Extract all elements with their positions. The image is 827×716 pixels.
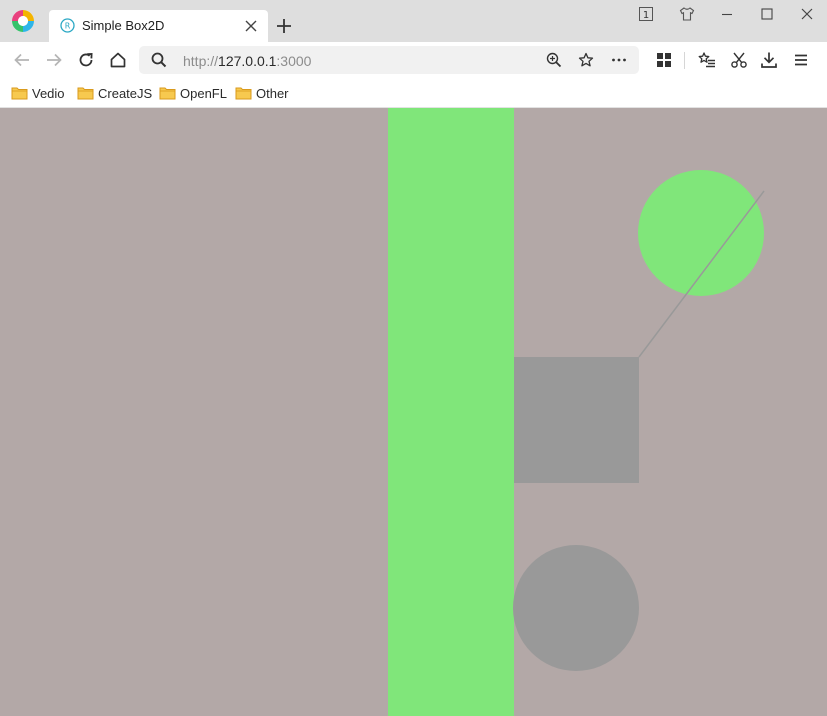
home-icon[interactable] [109,51,127,69]
new-tab-icon[interactable] [276,18,292,34]
zoom-icon[interactable] [546,52,562,68]
page-favicon-icon: R [60,18,75,33]
bookmark-label: OpenFL [180,85,227,101]
tab-counter-icon[interactable]: 1 [638,6,654,22]
search-icon [151,52,167,68]
close-window-icon[interactable] [799,6,815,22]
browser-logo-icon[interactable] [11,9,35,33]
tab-active[interactable]: R Simple Box2D [49,10,268,42]
toolbar-divider [684,52,685,69]
url-text[interactable]: http://127.0.0.1:3000 [183,53,311,69]
awake-circle-body[interactable] [638,170,764,296]
bookmark-label: Vedio [32,85,65,101]
screenshot-scissors-icon[interactable] [730,51,748,69]
favorites-list-icon[interactable] [698,51,716,69]
url-protocol: http:// [183,53,219,69]
svg-text:R: R [65,22,71,31]
box2d-canvas[interactable] [0,108,827,716]
folder-icon [159,87,176,100]
bookmark-label: CreateJS [98,85,153,101]
back-arrow-icon[interactable] [13,51,31,69]
close-tab-icon[interactable] [245,20,257,32]
tab-bar: R Simple Box2D 1 [0,0,827,42]
bookmark-folder-vedio[interactable]: Vedio [11,83,65,103]
address-bar[interactable]: http://127.0.0.1:3000 [139,46,639,74]
static-wall-body [388,108,514,716]
bookmark-label: Other [256,85,289,101]
more-options-icon[interactable] [611,52,627,68]
reload-icon[interactable] [77,51,95,69]
bookmark-folder-createjs[interactable]: CreateJS [77,83,152,103]
url-host: 127.0.0.1 [218,53,277,69]
bookmarks-bar: Vedio CreateJS OpenFL Other [0,79,827,108]
minimize-window-icon[interactable] [719,6,735,22]
url-port: :3000 [276,53,312,69]
bookmark-folder-openfl[interactable]: OpenFL [159,83,227,103]
sleeping-box-body[interactable] [514,357,639,483]
tab-title: Simple Box2D [82,18,165,33]
maximize-window-icon[interactable] [759,6,775,22]
bookmark-star-icon[interactable] [578,52,594,68]
download-icon[interactable] [760,51,778,69]
folder-icon [77,87,94,100]
menu-hamburger-icon[interactable] [792,51,810,69]
folder-icon [235,87,252,100]
bookmark-folder-other[interactable]: Other [235,83,289,103]
svg-text:1: 1 [643,10,649,21]
apps-grid-icon[interactable] [655,51,673,69]
physics-scene [388,108,765,716]
navigation-toolbar: http://127.0.0.1:3000 [0,42,827,79]
sleeping-circle-body[interactable] [513,545,639,671]
folder-icon [11,87,28,100]
skin-shirt-icon[interactable] [679,6,695,22]
forward-arrow-icon[interactable] [45,51,63,69]
